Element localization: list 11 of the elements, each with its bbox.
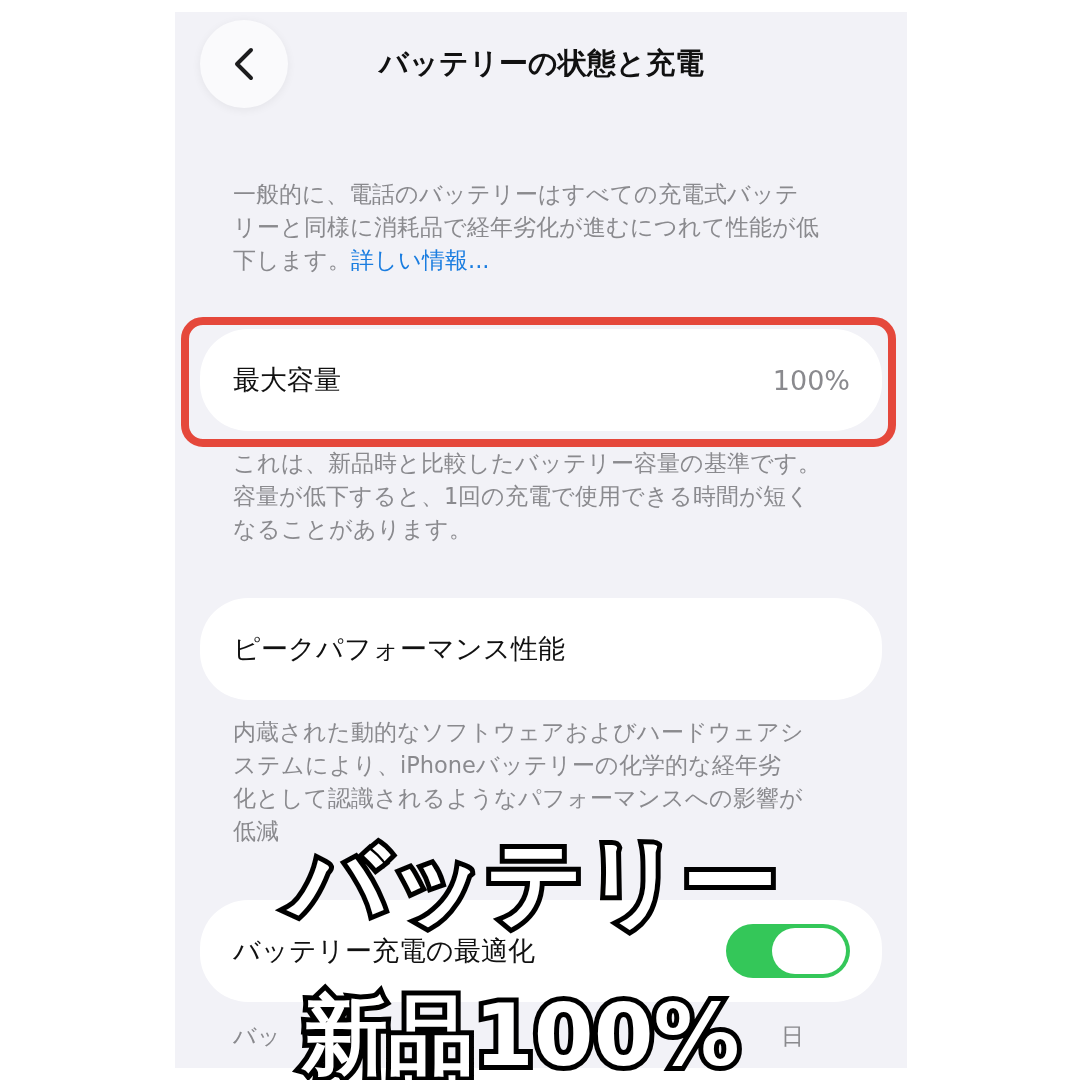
description-text: 日 <box>781 1022 804 1051</box>
row-value: 100% <box>772 364 850 396</box>
toggle-switch[interactable] <box>726 924 850 978</box>
description-text: バッ <box>233 1022 281 1051</box>
row-label: ピークパフォーマンス性能 <box>233 632 566 666</box>
screen-title: バッテリーの状態と充電 <box>377 45 705 82</box>
description-text: 一般的に、電話のバッテリーはすべての充電式バッテ リーと同様に消耗品で経年劣化が進むにつれて性能が低 下します。詳しい情報... <box>232 180 820 275</box>
row-label: 最大容量 <box>233 363 342 397</box>
chevron-left-icon <box>233 47 255 81</box>
description-text: これは、新品時と比較したバッテリー容量の基準です。 容量が低下すると、1回の充電で使用できる時間が短く なることがあります。 <box>232 449 822 544</box>
more-info-link[interactable]: 詳しい情報... <box>351 247 490 273</box>
